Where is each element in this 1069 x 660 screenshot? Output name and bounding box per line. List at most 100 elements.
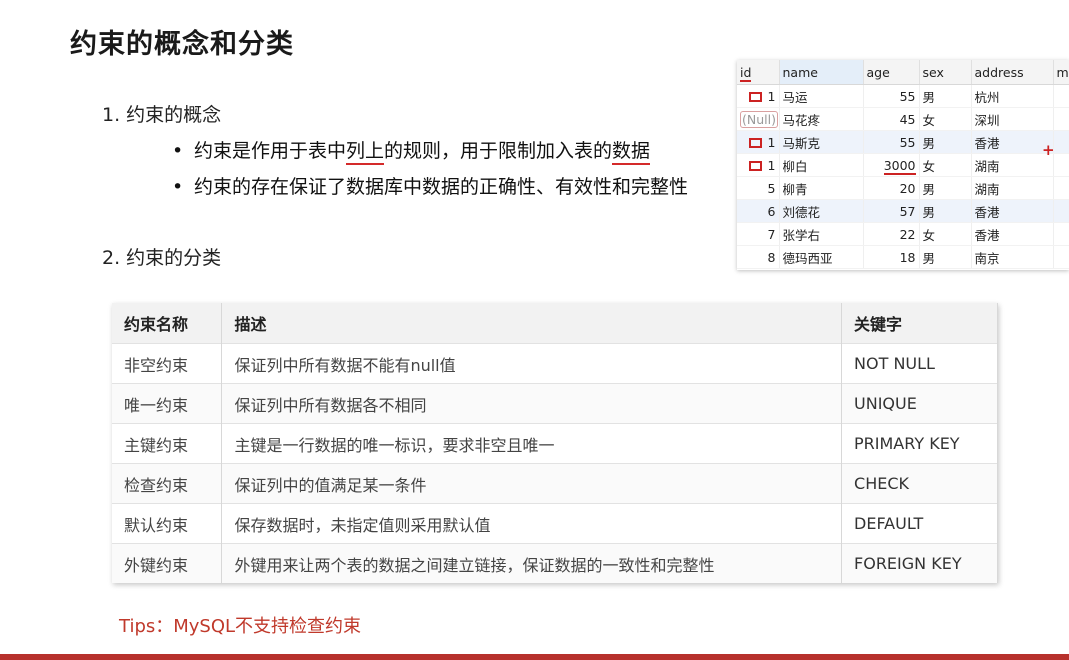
grid-row[interactable]: 6 刘德花 57 男 香港: [737, 199, 1069, 223]
grid-cell-empty: [1053, 130, 1069, 154]
table-header-row: 约束名称 描述 关键字: [112, 303, 998, 344]
constraint-name: 外键约束: [112, 543, 223, 583]
grid-cell-name[interactable]: 张学右: [779, 222, 864, 246]
constraint-keyword: FOREIGN KEY: [841, 543, 998, 583]
grid-cell-name[interactable]: 马斯克: [779, 130, 864, 154]
grid-cell-address[interactable]: 湖南: [971, 176, 1054, 200]
grid-cell-age[interactable]: 57: [863, 199, 920, 223]
table-row: 外键约束 外键用来让两个表的数据之间建立链接，保证数据的一致性和完整性 FORE…: [112, 543, 998, 583]
grid-cell-sex[interactable]: 男: [919, 245, 972, 269]
grid-cell-address[interactable]: 杭州: [971, 84, 1054, 108]
grid-cell-empty: [1053, 222, 1069, 246]
grid-cell-empty: [1053, 107, 1069, 131]
bullet-text: 的规则，用于限制加入表的: [384, 140, 613, 162]
underlined-term-data: 数据: [612, 140, 651, 165]
grid-cell-id[interactable]: 7: [737, 222, 780, 246]
grid-row[interactable]: 1 马运 55 男 杭州: [737, 84, 1069, 108]
grid-cell-name[interactable]: 德玛西亚: [779, 245, 864, 269]
constraint-description: 主键是一行数据的唯一标识，要求非空且唯一: [221, 423, 843, 464]
grid-cell-address[interactable]: 香港: [971, 199, 1054, 223]
constraint-description: 保证列中所有数据各不相同: [221, 383, 843, 424]
footer-accent-bar: [0, 654, 1069, 660]
header-description: 描述: [221, 303, 843, 344]
grid-cell-age[interactable]: 3000: [863, 153, 920, 177]
red-plus-annotation: +: [1042, 141, 1055, 159]
grid-cell-address[interactable]: 南京: [971, 245, 1054, 269]
grid-cell-sex[interactable]: 男: [919, 130, 972, 154]
constraint-description: 外键用来让两个表的数据之间建立链接，保证数据的一致性和完整性: [221, 543, 843, 583]
constraint-description: 保证列中所有数据不能有null值: [221, 343, 843, 384]
constraint-keyword: CHECK: [841, 463, 998, 504]
red-box-annotation: [748, 92, 762, 102]
grid-cell-sex[interactable]: 女: [919, 222, 972, 246]
grid-cell-empty: [1053, 176, 1069, 200]
grid-col-id[interactable]: id: [737, 60, 780, 85]
grid-col-name[interactable]: name: [779, 60, 864, 85]
grid-row[interactable]: 8 德玛西亚 18 男 南京: [737, 245, 1069, 269]
bullet-dot: •: [172, 176, 184, 198]
table-row: 默认约束 保存数据时，未指定值则采用默认值 DEFAULT: [112, 503, 998, 544]
grid-cell-id[interactable]: 1: [737, 153, 780, 177]
grid-col-sex[interactable]: sex: [919, 60, 972, 85]
constraint-keyword: DEFAULT: [841, 503, 998, 544]
grid-cell-sex[interactable]: 女: [919, 107, 972, 131]
grid-cell-sex[interactable]: 女: [919, 153, 972, 177]
grid-col-age[interactable]: age: [863, 60, 920, 85]
null-value: (Null): [740, 110, 778, 128]
table-row: 唯一约束 保证列中所有数据各不相同 UNIQUE: [112, 383, 998, 424]
grid-cell-age[interactable]: 45: [863, 107, 920, 131]
section-heading-concept: 1. 约束的概念: [102, 104, 222, 126]
constraints-table: 约束名称 描述 关键字 非空约束 保证列中所有数据不能有null值 NOT NU…: [112, 303, 998, 583]
grid-cell-name[interactable]: 柳白: [779, 153, 864, 177]
underlined-age-value: 3000: [883, 157, 916, 175]
grid-cell-empty: [1053, 245, 1069, 269]
grid-cell-address[interactable]: 香港: [971, 222, 1054, 246]
tips-note: Tips：MySQL不支持检查约束: [119, 616, 362, 637]
grid-cell-address[interactable]: 香港: [971, 130, 1054, 154]
red-box-annotation: [748, 138, 762, 148]
bullet-definition: • 约束是作用于表中列上的规则，用于限制加入表的数据: [172, 136, 651, 165]
grid-cell-name[interactable]: 马花疼: [779, 107, 864, 131]
grid-cell-id[interactable]: 1: [737, 84, 780, 108]
grid-cell-sex[interactable]: 男: [919, 199, 972, 223]
grid-row[interactable]: 1 马斯克 55 男 香港: [737, 130, 1069, 154]
grid-cell-id[interactable]: 8: [737, 245, 780, 269]
grid-row[interactable]: (Null) 马花疼 45 女 深圳: [737, 107, 1069, 131]
grid-cell-id[interactable]: 5: [737, 176, 780, 200]
grid-cell-address[interactable]: 深圳: [971, 107, 1054, 131]
grid-cell-name[interactable]: 柳青: [779, 176, 864, 200]
grid-cell-empty: [1053, 199, 1069, 223]
grid-cell-empty: [1053, 153, 1069, 177]
grid-cell-id[interactable]: 1: [737, 130, 780, 154]
grid-cell-name[interactable]: 刘德花: [779, 199, 864, 223]
constraint-keyword: NOT NULL: [841, 343, 998, 384]
grid-header-row: id name age sex address m: [737, 60, 1069, 85]
grid-row[interactable]: 5 柳青 20 男 湖南: [737, 176, 1069, 200]
header-constraint-name: 约束名称: [112, 303, 223, 344]
grid-cell-id[interactable]: (Null): [737, 107, 780, 131]
grid-col-m[interactable]: m: [1053, 60, 1069, 85]
grid-row[interactable]: 1 柳白 3000 女 湖南: [737, 153, 1069, 177]
grid-cell-age[interactable]: 22: [863, 222, 920, 246]
grid-cell-id[interactable]: 6: [737, 199, 780, 223]
grid-cell-address[interactable]: 湖南: [971, 153, 1054, 177]
header-keyword: 关键字: [841, 303, 998, 344]
bullet-text: 约束是作用于表中: [194, 140, 347, 162]
grid-cell-sex[interactable]: 男: [919, 176, 972, 200]
grid-cell-age[interactable]: 20: [863, 176, 920, 200]
grid-cell-sex[interactable]: 男: [919, 84, 972, 108]
red-box-annotation: [748, 161, 762, 171]
constraint-description: 保存数据时，未指定值则采用默认值: [221, 503, 843, 544]
grid-cell-name[interactable]: 马运: [779, 84, 864, 108]
grid-row[interactable]: 7 张学右 22 女 香港: [737, 222, 1069, 246]
constraint-keyword: PRIMARY KEY: [841, 423, 998, 464]
table-row: 主键约束 主键是一行数据的唯一标识，要求非空且唯一 PRIMARY KEY: [112, 423, 998, 464]
constraint-name: 非空约束: [112, 343, 223, 384]
underlined-term-column: 列上: [346, 140, 385, 165]
db-result-grid: id name age sex address m 1 马运 55 男 杭州 (…: [737, 60, 1069, 270]
grid-col-address[interactable]: address: [971, 60, 1054, 85]
grid-cell-age[interactable]: 55: [863, 130, 920, 154]
grid-cell-age[interactable]: 55: [863, 84, 920, 108]
grid-cell-age[interactable]: 18: [863, 245, 920, 269]
bullet-dot: •: [172, 140, 184, 162]
